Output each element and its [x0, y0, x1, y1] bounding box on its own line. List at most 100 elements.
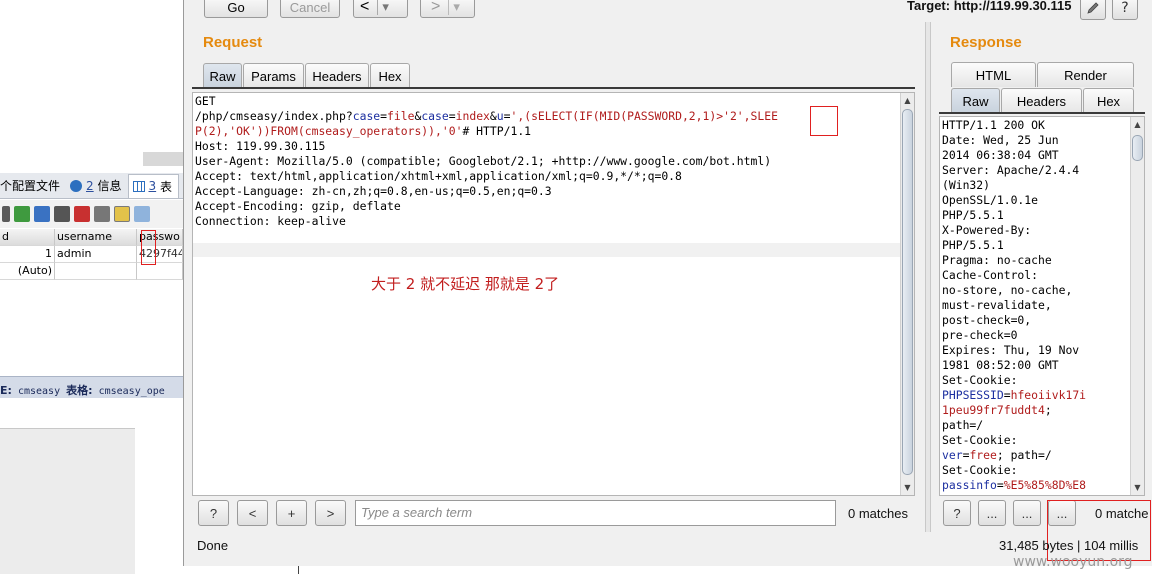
grid-view-icon[interactable]	[114, 206, 130, 222]
response-title: Response	[950, 34, 1022, 51]
tab-response-raw[interactable]: Raw	[951, 88, 1000, 113]
request-search-help-button[interactable]: ?	[198, 500, 229, 526]
save-icon[interactable]	[54, 206, 70, 222]
dropdown-icon[interactable]	[2, 206, 10, 222]
request-tab-underline	[192, 87, 915, 89]
password-highlight-box	[141, 230, 156, 265]
bg-tab-info[interactable]: 2 信息	[66, 173, 127, 198]
bg-tab-table[interactable]: 3 表	[127, 173, 179, 198]
header-line: Host: 119.99.30.115	[195, 139, 326, 153]
header-line: Accept-Encoding: gzip, deflate	[195, 199, 401, 213]
bg-tab-config[interactable]: 个配置文件	[0, 173, 66, 198]
status-table-label: 表格:	[66, 384, 93, 397]
response-size-time: 31,485 bytes | 104 millis	[999, 538, 1139, 553]
col-header-username[interactable]: username	[55, 229, 137, 246]
status-db-label: E:	[0, 384, 12, 397]
status-table: cmseasy_ope	[98, 386, 165, 397]
request-scrollbar[interactable]: ▲ ▼	[900, 93, 914, 495]
response-scrollbar[interactable]: ▲ ▼	[1130, 117, 1144, 495]
request-raw-text[interactable]: GET /php/cmseasy/index.php?case=file&cas…	[195, 94, 778, 229]
tab-response-html[interactable]: HTML	[951, 62, 1036, 87]
header-line: Connection: keep-alive	[195, 214, 346, 228]
scroll-down-icon[interactable]: ▼	[1132, 482, 1143, 493]
bottom-background-edge	[298, 566, 878, 574]
table-row[interactable]: (Auto)	[0, 263, 183, 280]
tab-request-raw[interactable]: Raw	[203, 63, 242, 88]
annotation-text: 大于 2 就不延迟 那就是 2了	[371, 275, 560, 293]
request-search-input[interactable]: Type a search term	[355, 500, 836, 526]
watermark: www.wooyun.org	[1013, 554, 1133, 570]
scroll-up-icon[interactable]: ▲	[1132, 119, 1143, 130]
request-title: Request	[203, 34, 263, 51]
request-search-add-button[interactable]: +	[276, 500, 307, 526]
tab-response-headers[interactable]: Headers	[1001, 88, 1082, 113]
back-button[interactable]: < ▾	[353, 0, 408, 18]
request-url-line-2: P(2),'OK'))FROM(cmseasy_operators)),'0'#…	[195, 124, 532, 138]
request-scroll-thumb[interactable]	[902, 109, 913, 475]
header-line: Accept-Language: zh-cn,zh;q=0.8,en-us;q=…	[195, 184, 552, 198]
bg-strip	[0, 152, 183, 166]
tab-request-headers[interactable]: Headers	[305, 63, 369, 88]
status-db: cmseasy	[17, 386, 61, 397]
delete-icon[interactable]	[74, 206, 90, 222]
edit-target-button[interactable]	[1080, 0, 1106, 20]
bg-toolbar	[0, 200, 183, 228]
response-editor[interactable]: HTTP/1.1 200 OK Date: Wed, 25 Jun 2014 0…	[939, 116, 1145, 496]
go-button[interactable]: Go	[204, 0, 268, 18]
response-search-help-button[interactable]: ?	[943, 500, 971, 526]
cell-id[interactable]: 1	[0, 246, 55, 263]
response-tab-underline	[939, 112, 1145, 114]
target-label: Target: http://119.99.30.115	[907, 0, 1072, 13]
request-match-count: 0 matches	[848, 506, 908, 521]
request-search-prev-button[interactable]: <	[237, 500, 268, 526]
cancel-button[interactable]: Cancel	[280, 0, 340, 18]
request-editor[interactable]: GET /php/cmseasy/index.php?case=file&cas…	[192, 92, 915, 496]
response-scroll-thumb[interactable]	[1132, 135, 1143, 161]
forward-button[interactable]: > ▾	[420, 0, 475, 18]
payload-highlight-box	[810, 106, 838, 136]
back-dropdown-icon[interactable]: ▾	[377, 0, 389, 15]
caret-line	[193, 243, 914, 257]
request-url-line: /php/cmseasy/index.php?case=file&case=in…	[195, 109, 778, 123]
status-done: Done	[197, 538, 229, 553]
tab-request-hex[interactable]: Hex	[370, 63, 410, 88]
cell-id[interactable]: (Auto)	[0, 263, 55, 280]
header-line: User-Agent: Mozilla/5.0 (compatible; Goo…	[195, 154, 772, 168]
cell-username[interactable]: admin	[55, 246, 137, 263]
bg-tab-table-label: 表	[159, 179, 172, 194]
scroll-down-icon[interactable]: ▼	[902, 482, 913, 493]
info-icon	[70, 179, 83, 192]
burp-repeater-window: Go Cancel < ▾ > ▾ Target: http://119.99.…	[183, 0, 1152, 566]
bg-status-bar: E: cmseasy 表格: cmseasy_ope	[0, 376, 183, 398]
add-row-icon[interactable]	[14, 206, 30, 222]
pencil-icon	[1087, 2, 1099, 14]
tab-response-hex[interactable]: Hex	[1083, 88, 1134, 113]
help-icon: ?	[1121, 0, 1129, 16]
response-raw-text[interactable]: HTTP/1.1 200 OK Date: Wed, 25 Jun 2014 0…	[942, 118, 1086, 493]
bg-tab-info-num: 2	[86, 178, 94, 193]
background-db-app: 个配置文件 2 信息 3 表 d username passwo 1 admin…	[0, 0, 183, 574]
response-search-add-button[interactable]: ...	[1013, 500, 1041, 526]
request-method: GET	[195, 94, 216, 108]
response-search-prev-button[interactable]: ...	[978, 500, 1006, 526]
header-line: Accept: text/html,application/xhtml+xml,…	[195, 169, 682, 183]
pane-splitter[interactable]	[925, 22, 931, 532]
cell-username[interactable]	[55, 263, 137, 280]
cancel-icon[interactable]	[94, 206, 110, 222]
form-view-icon[interactable]	[134, 206, 150, 222]
help-button[interactable]: ?	[1112, 0, 1138, 20]
request-search-next-button[interactable]: >	[315, 500, 346, 526]
tab-request-params[interactable]: Params	[243, 63, 304, 88]
tab-response-render[interactable]: Render	[1037, 62, 1134, 87]
col-header-id[interactable]: d	[0, 229, 55, 246]
bg-tab-bar: 个配置文件 2 信息 3 表	[0, 173, 183, 199]
payload-compare-value: '2'	[723, 109, 744, 123]
scroll-up-icon[interactable]: ▲	[902, 95, 913, 106]
forward-arrow-icon: >	[431, 0, 441, 15]
back-arrow-icon: <	[360, 0, 370, 15]
bg-lower-panel	[0, 428, 135, 574]
forward-dropdown-icon[interactable]: ▾	[448, 0, 460, 15]
cell-password[interactable]	[137, 263, 183, 280]
table-icon	[132, 180, 145, 192]
refresh-icon[interactable]	[34, 206, 50, 222]
